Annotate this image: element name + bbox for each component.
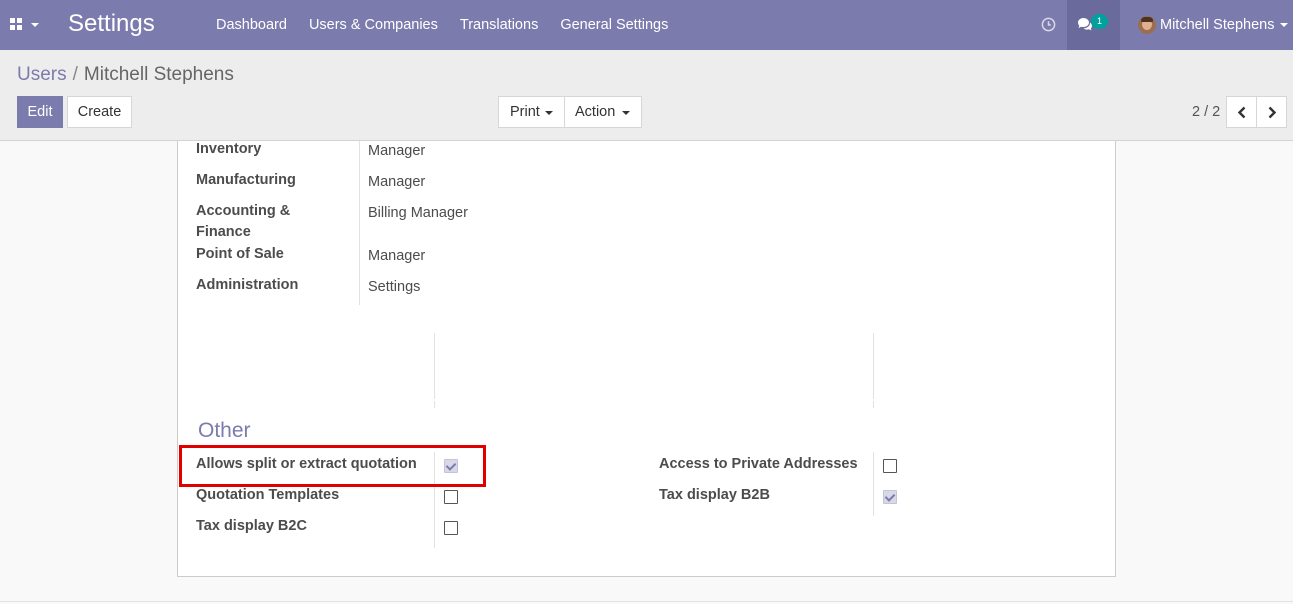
tax-display-b2c-checkbox[interactable] (444, 521, 458, 535)
field-value-manufacturing: Manager (368, 174, 426, 190)
field-label-manufacturing: Manufacturing (196, 172, 296, 188)
menu-item-dashboard[interactable]: Dashboard (205, 0, 298, 50)
field-value-administration: Settings (368, 279, 421, 295)
field-label-private-addresses: Access to Private Addresses (659, 456, 858, 472)
empty-group-divider (434, 401, 435, 408)
create-button[interactable]: Create (67, 96, 132, 128)
field-label-inventory: Inventory (196, 141, 262, 157)
breadcrumb: Users / Mitchell Stephens (17, 64, 234, 86)
pager-value[interactable]: 2 / 2 (1192, 104, 1220, 120)
field-label-tax-display-b2c: Tax display B2C (196, 518, 307, 534)
pager-previous-button[interactable] (1226, 96, 1257, 128)
avatar (1138, 16, 1156, 34)
tax-display-b2b-checkbox[interactable] (883, 490, 897, 504)
field-value-accounting: Billing Manager (368, 205, 468, 221)
field-label-point-of-sale: Point of Sale (196, 246, 284, 262)
main-menu: Dashboard Users & Companies Translations… (205, 0, 679, 50)
field-label-quotation-templates: Quotation Templates (196, 487, 340, 503)
caret-down-icon (1280, 23, 1288, 27)
messaging-button[interactable]: 1 (1067, 0, 1120, 50)
field-label-accounting-line2: Finance (196, 224, 251, 240)
breadcrumb-current: Mitchell Stephens (83, 64, 234, 85)
control-panel: Users / Mitchell Stephens Edit Create Prin… (0, 50, 1293, 141)
field-label-administration: Administration (196, 277, 299, 293)
empty-group-divider (873, 333, 874, 399)
field-value-inventory: Manager (368, 143, 426, 159)
field-value-point-of-sale: Manager (368, 248, 426, 264)
form-sheet: Inventory Manager Manufacturing Manager … (177, 141, 1116, 577)
print-button[interactable]: Print (498, 96, 565, 128)
field-divider (359, 141, 360, 305)
quotation-templates-checkbox[interactable] (444, 490, 458, 504)
app-title: Settings (68, 10, 155, 37)
chevron-right-icon (1268, 106, 1277, 119)
top-navbar: Settings Dashboard Users & Companies Tra… (0, 0, 1293, 50)
section-title-other: Other (198, 419, 251, 442)
caret-down-icon (31, 23, 39, 27)
action-button-label: Action (575, 104, 616, 120)
menu-item-users-companies[interactable]: Users & Companies (298, 0, 449, 50)
field-label-accounting: Accounting & (196, 203, 291, 219)
private-addresses-checkbox[interactable] (883, 459, 897, 473)
print-button-label: Print (510, 104, 540, 120)
breadcrumb-users-link[interactable]: Users (17, 64, 67, 85)
action-button[interactable]: Action (564, 96, 642, 128)
apps-menu-button[interactable] (10, 16, 42, 34)
field-divider (873, 452, 874, 516)
activity-button[interactable] (1030, 0, 1066, 50)
field-label-tax-display-b2b: Tax display B2B (659, 487, 770, 503)
page-bottom-divider (0, 601, 1293, 602)
caret-down-icon (545, 111, 553, 115)
highlight-annotation (179, 445, 486, 487)
edit-button[interactable]: Edit (17, 96, 63, 128)
chat-count-badge: 1 (1091, 14, 1108, 29)
clock-icon (1041, 17, 1056, 32)
caret-down-icon (622, 111, 630, 115)
empty-group-divider (873, 401, 874, 408)
pager-next-button[interactable] (1256, 96, 1287, 128)
menu-item-translations[interactable]: Translations (449, 0, 549, 50)
user-name: Mitchell Stephens (1160, 17, 1275, 33)
breadcrumb-separator: / (72, 64, 78, 85)
chevron-left-icon (1237, 106, 1246, 119)
user-menu[interactable]: Mitchell Stephens (1130, 0, 1293, 50)
grid-icon (10, 18, 24, 32)
menu-item-general-settings[interactable]: General Settings (549, 0, 679, 50)
empty-group-divider (434, 333, 435, 399)
